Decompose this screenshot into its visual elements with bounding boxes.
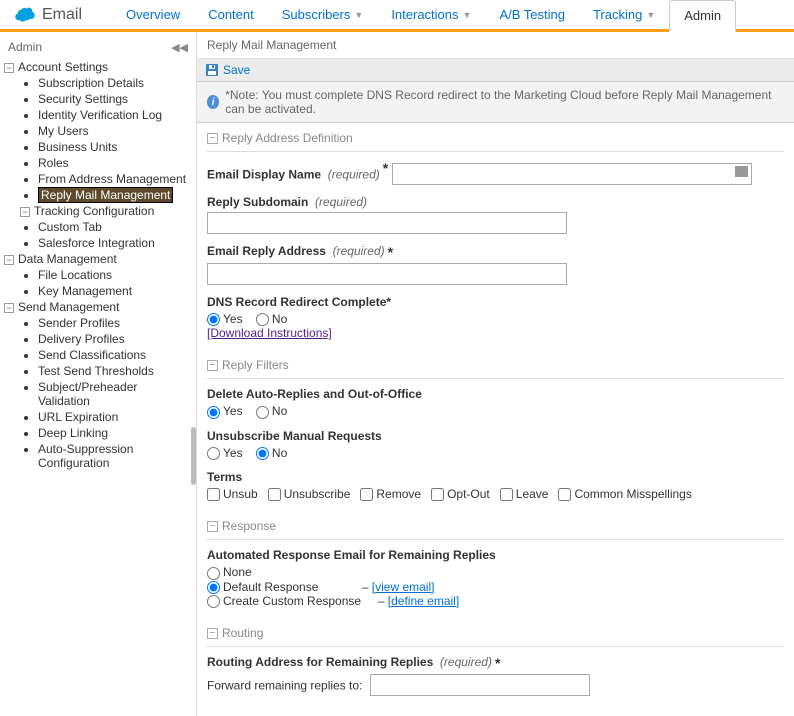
unsub-no-radio[interactable]: No — [256, 446, 287, 460]
section-reply-address: − Reply Address Definition — [207, 123, 784, 152]
sidebar-item-test-send-thresholds[interactable]: Test Send Thresholds — [38, 364, 192, 378]
reply-subdomain-input[interactable] — [207, 212, 567, 234]
sidebar-collapse-icon[interactable]: ◀◀ — [171, 41, 188, 54]
sidebar-item-delivery-profiles[interactable]: Delivery Profiles — [38, 332, 192, 346]
terms-checkbox-unsubscribe[interactable]: Unsubscribe — [268, 487, 351, 501]
email-reply-address-label: Email Reply Address (required) — [207, 244, 385, 258]
salesforce-cloud-icon — [10, 6, 36, 24]
sidebar-item-security-settings[interactable]: Security Settings — [38, 92, 192, 106]
sidebar-title: Admin — [8, 40, 42, 54]
collapse-icon[interactable]: − — [207, 360, 218, 371]
download-instructions-link[interactable]: [Download Instructions] — [207, 326, 332, 340]
email-display-name-label: Email Display Name (required) — [207, 168, 380, 182]
tab-content[interactable]: Content — [194, 0, 268, 30]
sidebar-item-identity-verification-log[interactable]: Identity Verification Log — [38, 108, 192, 122]
admin-tree: −Account SettingsSubscription DetailsSec… — [4, 60, 192, 470]
tab-overview[interactable]: Overview — [112, 0, 194, 30]
sidebar-item-file-locations[interactable]: File Locations — [38, 268, 192, 282]
delete-auto-no-radio[interactable]: No — [256, 404, 287, 418]
sidebar-item-custom-tab[interactable]: Custom Tab — [38, 220, 192, 234]
chevron-down-icon: ▼ — [646, 10, 655, 20]
view-email-link[interactable]: [view email] — [372, 580, 435, 594]
response-default-radio[interactable]: Default Response — [207, 580, 318, 594]
chevron-down-icon: ▼ — [463, 10, 472, 20]
auto-response-label: Automated Response Email for Remaining R… — [207, 548, 784, 562]
collapse-icon[interactable]: − — [207, 133, 218, 144]
top-tabs: OverviewContentSubscribers▼Interactions▼… — [112, 0, 736, 30]
info-icon: i — [207, 95, 219, 109]
sidebar-item-url-expiration[interactable]: URL Expiration — [38, 410, 192, 424]
sidebar-scrollbar-thumb[interactable] — [191, 427, 196, 485]
sidebar-item-my-users[interactable]: My Users — [38, 124, 192, 138]
tree-toggle-icon[interactable]: − — [4, 63, 14, 73]
terms-checkbox-common-misspellings[interactable]: Common Misspellings — [558, 487, 691, 501]
sidebar-item-key-management[interactable]: Key Management — [38, 284, 192, 298]
forward-label: Forward remaining replies to: — [207, 679, 362, 693]
tree-toggle-icon[interactable]: − — [4, 255, 14, 265]
email-reply-address-input[interactable] — [207, 263, 567, 285]
section-response: − Response — [207, 511, 784, 540]
tree-group-account-settings[interactable]: Account Settings — [18, 60, 108, 74]
tab-tracking[interactable]: Tracking▼ — [579, 0, 669, 30]
dns-redirect-label: DNS Record Redirect Complete* — [207, 295, 784, 309]
tab-abtesting[interactable]: A/B Testing — [485, 0, 579, 30]
notice-bar: i *Note: You must complete DNS Record re… — [197, 82, 794, 123]
tree-toggle-icon[interactable]: − — [20, 207, 30, 217]
tab-subscribers[interactable]: Subscribers▼ — [268, 0, 378, 30]
notice-text: *Note: You must complete DNS Record redi… — [225, 88, 784, 116]
input-helper-icon[interactable] — [735, 166, 748, 177]
define-email-link[interactable]: [define email] — [388, 594, 459, 608]
sidebar-item-from-address-management[interactable]: From Address Management — [38, 172, 192, 186]
delete-auto-yes-radio[interactable]: Yes — [207, 404, 243, 418]
terms-checkbox-remove[interactable]: Remove — [360, 487, 421, 501]
terms-checkbox-unsub[interactable]: Unsub — [207, 487, 258, 501]
sidebar-item-auto-suppression-configuration[interactable]: Auto-Suppression Configuration — [38, 442, 192, 470]
dns-yes-radio[interactable]: Yes — [207, 312, 243, 326]
section-reply-filters: − Reply Filters — [207, 350, 784, 379]
response-custom-radio[interactable]: Create Custom Response — [207, 594, 361, 608]
terms-label: Terms — [207, 470, 784, 484]
unsub-manual-label: Unsubscribe Manual Requests — [207, 429, 784, 443]
tree-group-send-management[interactable]: Send Management — [18, 300, 119, 314]
section-routing: − Routing — [207, 618, 784, 647]
tree-toggle-icon[interactable]: − — [4, 303, 14, 313]
email-display-name-input[interactable] — [392, 163, 752, 185]
sidebar-item-subscription-details[interactable]: Subscription Details — [38, 76, 192, 90]
tab-interactions[interactable]: Interactions▼ — [377, 0, 485, 30]
sidebar-item-salesforce-integration[interactable]: Salesforce Integration — [38, 236, 192, 250]
tab-admin[interactable]: Admin — [669, 0, 736, 33]
sidebar-item-business-units[interactable]: Business Units — [38, 140, 192, 154]
terms-checkbox-leave[interactable]: Leave — [500, 487, 549, 501]
delete-auto-label: Delete Auto-Replies and Out-of-Office — [207, 387, 784, 401]
sidebar-item-send-classifications[interactable]: Send Classifications — [38, 348, 192, 362]
reply-subdomain-label: Reply Subdomain (required) — [207, 195, 367, 209]
main-panel: Reply Mail Management Save i *Note: You … — [197, 32, 794, 716]
save-button[interactable]: Save — [223, 63, 250, 77]
page-title: Reply Mail Management — [197, 32, 794, 59]
sidebar-item-roles[interactable]: Roles — [38, 156, 192, 170]
unsub-yes-radio[interactable]: Yes — [207, 446, 243, 460]
terms-checkbox-opt-out[interactable]: Opt-Out — [431, 487, 490, 501]
sidebar-item-deep-linking[interactable]: Deep Linking — [38, 426, 192, 440]
app-title: Email — [42, 6, 82, 24]
tree-group-tracking-configuration[interactable]: Tracking Configuration — [34, 204, 154, 218]
toolbar: Save — [197, 59, 794, 82]
tree-group-data-management[interactable]: Data Management — [18, 252, 117, 266]
chevron-down-icon: ▼ — [354, 10, 363, 20]
collapse-icon[interactable]: − — [207, 521, 218, 532]
sidebar-item-subject-preheader-validation[interactable]: Subject/Preheader Validation — [38, 380, 192, 408]
forward-address-input[interactable] — [370, 674, 590, 696]
save-icon — [205, 63, 219, 77]
admin-sidebar: Admin ◀◀ −Account SettingsSubscription D… — [0, 32, 197, 716]
routing-address-label: Routing Address for Remaining Replies (r… — [207, 655, 492, 669]
collapse-icon[interactable]: − — [207, 628, 218, 639]
response-none-radio[interactable]: None — [207, 565, 252, 579]
sidebar-item-reply-mail-management[interactable]: Reply Mail Management — [38, 188, 192, 202]
dns-no-radio[interactable]: No — [256, 312, 287, 326]
sidebar-item-sender-profiles[interactable]: Sender Profiles — [38, 316, 192, 330]
